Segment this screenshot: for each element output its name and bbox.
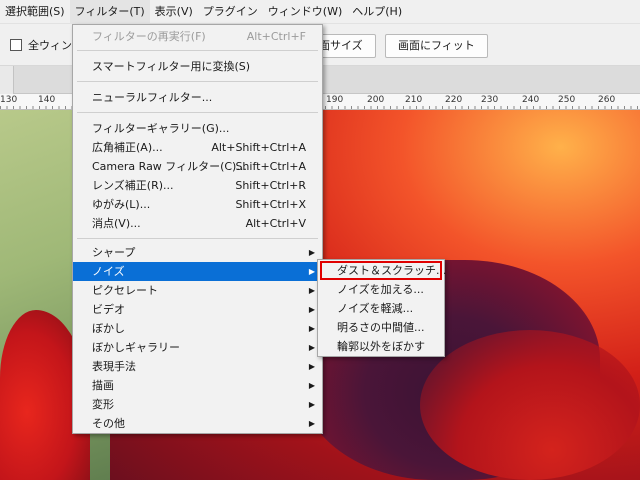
menu-item-blur-gallery[interactable]: ぼかしギャラリー ▶	[73, 338, 322, 357]
menu-item-label: Camera Raw フィルター(C)...	[92, 160, 247, 173]
menu-item-adaptive-wide-angle[interactable]: 広角補正(A)... Alt+Shift+Ctrl+A	[73, 138, 322, 157]
menu-select[interactable]: 選択範囲(S)	[0, 0, 70, 24]
menu-item-label: フィルターの再実行(F)	[92, 30, 206, 43]
ruler-label: 240	[522, 95, 540, 105]
canvas-red-bottom	[420, 330, 640, 480]
ruler-label: 140	[38, 95, 56, 105]
menu-item-noise[interactable]: ノイズ ▶	[73, 262, 322, 281]
menu-item-label: ゆがみ(L)...	[92, 198, 151, 211]
menu-separator	[77, 238, 318, 239]
menu-item-label: ビデオ	[92, 303, 125, 316]
submenu-item-despeckle[interactable]: 輪郭以外をぼかす	[318, 337, 444, 356]
menu-item-shortcut: Alt+Ctrl+F	[246, 30, 306, 43]
menu-item-video[interactable]: ビデオ ▶	[73, 300, 322, 319]
submenu-arrow-icon: ▶	[308, 362, 315, 371]
submenu-arrow-icon: ▶	[308, 400, 315, 409]
menu-item-shortcut: Shift+Ctrl+X	[235, 198, 306, 211]
menu-item-label: 広角補正(A)...	[92, 141, 163, 154]
menu-item-label: 描画	[92, 379, 114, 392]
submenu-arrow-icon: ▶	[308, 343, 315, 352]
menu-item-camera-raw[interactable]: Camera Raw フィルター(C)... Shift+Ctrl+A	[73, 157, 322, 176]
menu-item-other[interactable]: その他 ▶	[73, 414, 322, 433]
menu-window[interactable]: ウィンドウ(W)	[263, 0, 347, 24]
ruler-label: 200	[367, 95, 385, 105]
menu-item-shortcut: Alt+Ctrl+V	[245, 217, 306, 230]
submenu-item-median[interactable]: 明るさの中間値...	[318, 318, 444, 337]
menu-item-label: ノイズ	[92, 265, 125, 278]
menu-item-pixelate[interactable]: ピクセレート ▶	[73, 281, 322, 300]
fit-screen-button[interactable]: 画面にフィット	[385, 34, 488, 58]
menu-item-label: その他	[92, 417, 125, 430]
all-windows-checkbox[interactable]	[10, 39, 22, 51]
menu-item-label: フィルターギャラリー(G)...	[92, 122, 230, 135]
menu-plugins[interactable]: プラグイン	[198, 0, 263, 24]
submenu-arrow-icon: ▶	[308, 305, 315, 314]
document-tab[interactable]	[0, 66, 14, 94]
menu-item-sharpen[interactable]: シャープ ▶	[73, 243, 322, 262]
menu-item-label: スマートフィルター用に変換(S)	[92, 60, 251, 73]
menu-item-vanishing-point[interactable]: 消点(V)... Alt+Ctrl+V	[73, 214, 322, 233]
submenu-arrow-icon: ▶	[308, 248, 315, 257]
submenu-item-add-noise[interactable]: ノイズを加える...	[318, 280, 444, 299]
menu-item-label: 変形	[92, 398, 114, 411]
ruler-label: 230	[481, 95, 499, 105]
menu-item-label: 表現手法	[92, 360, 136, 373]
menu-item-label: 消点(V)...	[92, 217, 141, 230]
submenu-item-reduce-noise[interactable]: ノイズを軽減...	[318, 299, 444, 318]
menu-separator	[77, 50, 318, 51]
menu-item-render[interactable]: 描画 ▶	[73, 376, 322, 395]
menu-item-shortcut: Alt+Shift+Ctrl+A	[211, 141, 306, 154]
submenu-arrow-icon: ▶	[308, 286, 315, 295]
menu-separator	[77, 81, 318, 82]
menu-item-blur[interactable]: ぼかし ▶	[73, 319, 322, 338]
menu-item-liquify[interactable]: ゆがみ(L)... Shift+Ctrl+X	[73, 195, 322, 214]
submenu-arrow-icon: ▶	[308, 267, 315, 276]
menu-filter[interactable]: フィルター(T)	[69, 0, 150, 24]
menu-item-label: シャープ	[92, 246, 136, 259]
filter-menu: フィルターの再実行(F) Alt+Ctrl+F スマートフィルター用に変換(S)…	[72, 24, 323, 434]
ruler-label: 190	[326, 95, 344, 105]
menu-item-label: レンズ補正(R)...	[92, 179, 174, 192]
menu-help[interactable]: ヘルプ(H)	[347, 0, 407, 24]
menu-item-label: ぼかしギャラリー	[92, 341, 180, 354]
menu-bar: 選択範囲(S) フィルター(T) 表示(V) プラグイン ウィンドウ(W) ヘル…	[0, 0, 640, 24]
menu-item-shortcut: Shift+Ctrl+A	[235, 160, 306, 173]
ruler-label: 220	[445, 95, 463, 105]
menu-item-lens-correction[interactable]: レンズ補正(R)... Shift+Ctrl+R	[73, 176, 322, 195]
submenu-arrow-icon: ▶	[308, 324, 315, 333]
menu-item-neural-filters[interactable]: ニューラルフィルター...	[73, 88, 322, 107]
submenu-arrow-icon: ▶	[308, 419, 315, 428]
ruler-label: 210	[405, 95, 423, 105]
submenu-arrow-icon: ▶	[308, 381, 315, 390]
submenu-item-dust-scratches[interactable]: ダスト＆スクラッチ...	[320, 261, 447, 280]
menu-item-stylize[interactable]: 表現手法 ▶	[73, 357, 322, 376]
menu-item-label: ニューラルフィルター...	[92, 91, 213, 104]
menu-item-label: ピクセレート	[92, 284, 158, 297]
menu-item-smart-filter[interactable]: スマートフィルター用に変換(S)	[73, 57, 322, 76]
menu-view[interactable]: 表示(V)	[150, 0, 198, 24]
menu-separator	[77, 112, 318, 113]
menu-item-shortcut: Shift+Ctrl+R	[235, 179, 306, 192]
ruler-label: 260	[598, 95, 616, 105]
ruler-label: 130	[0, 95, 18, 105]
noise-submenu: ダスト＆スクラッチ... ノイズを加える... ノイズを軽減... 明るさの中間…	[317, 259, 447, 357]
menu-item-distort[interactable]: 変形 ▶	[73, 395, 322, 414]
menu-item-filter-gallery[interactable]: フィルターギャラリー(G)...	[73, 119, 322, 138]
menu-item-repeat-filter[interactable]: フィルターの再実行(F) Alt+Ctrl+F	[73, 27, 322, 46]
menu-item-label: ぼかし	[92, 322, 125, 335]
ruler-label: 250	[558, 95, 576, 105]
